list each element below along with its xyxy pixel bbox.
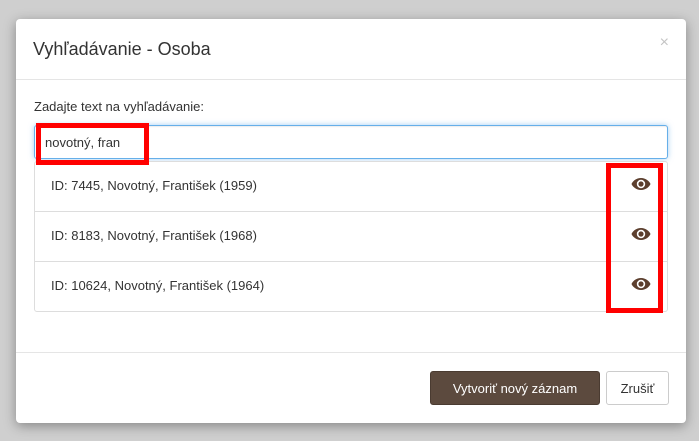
- result-text: ID: 8183, Novotný, František (1968): [51, 228, 257, 243]
- result-item[interactable]: ID: 8183, Novotný, František (1968): [35, 211, 667, 261]
- eye-icon[interactable]: [631, 227, 651, 241]
- search-person-dialog: Vyhľadávanie - Osoba × Zadajte text na v…: [16, 19, 686, 423]
- dialog-title: Vyhľadávanie - Osoba: [33, 39, 211, 59]
- result-item[interactable]: ID: 10624, Novotný, František (1964): [35, 261, 667, 311]
- cancel-button[interactable]: Zrušiť: [606, 371, 669, 405]
- search-input[interactable]: [34, 125, 668, 159]
- search-results-list: ID: 7445, Novotný, František (1959) ID: …: [34, 161, 668, 312]
- result-text: ID: 7445, Novotný, František (1959): [51, 178, 257, 193]
- create-new-record-button[interactable]: Vytvoriť nový záznam: [430, 371, 600, 405]
- close-icon[interactable]: ×: [660, 35, 669, 51]
- dialog-header: Vyhľadávanie - Osoba ×: [16, 19, 686, 80]
- dialog-footer: Vytvoriť nový záznam Zrušiť: [16, 352, 686, 423]
- eye-icon[interactable]: [631, 277, 651, 291]
- result-text: ID: 10624, Novotný, František (1964): [51, 278, 265, 293]
- result-item[interactable]: ID: 7445, Novotný, František (1959): [35, 162, 667, 211]
- eye-icon[interactable]: [631, 177, 651, 191]
- search-label: Zadajte text na vyhľadávanie:: [34, 99, 205, 114]
